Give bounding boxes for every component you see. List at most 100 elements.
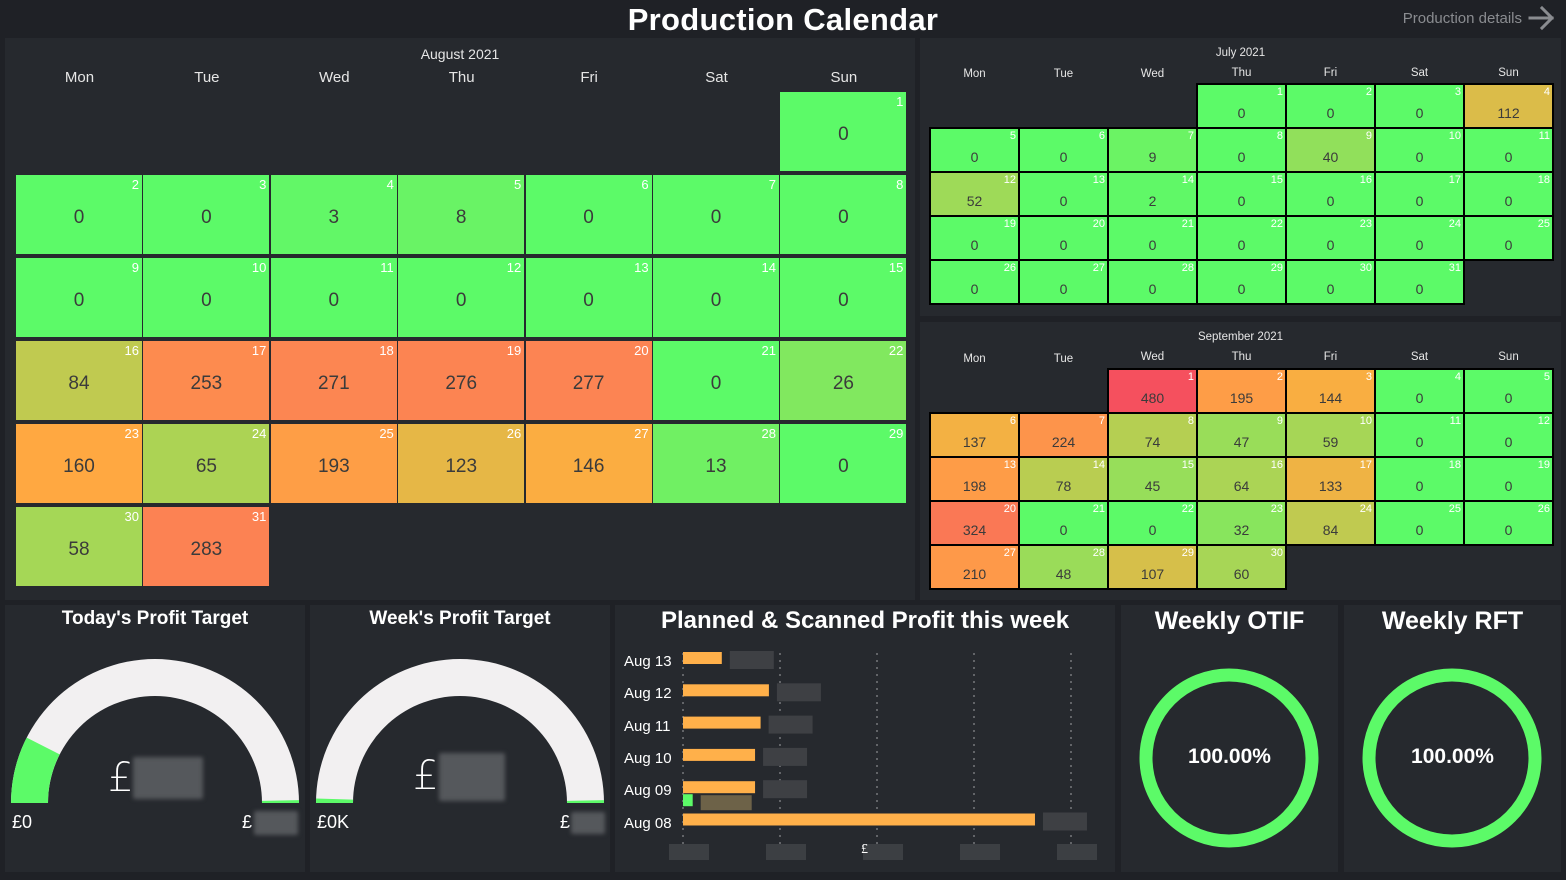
calendar-day-cell[interactable]: 27 0 — [1020, 261, 1107, 303]
calendar-day-cell[interactable]: 22 26 — [780, 341, 907, 420]
calendar-day-cell[interactable]: 20 277 — [525, 341, 652, 420]
calendar-day-cell[interactable]: 18 0 — [1376, 458, 1463, 500]
calendar-day-cell[interactable]: 60 — [525, 175, 652, 254]
calendar-day-cell[interactable]: 29 107 — [1109, 546, 1196, 588]
calendar-day-cell[interactable]: 10 59 — [1287, 414, 1374, 456]
calendar-day-cell[interactable]: 12 0 — [1465, 414, 1552, 456]
calendar-day-cell[interactable]: 31 0 — [1376, 261, 1463, 303]
calendar-day-cell[interactable]: 20 — [1287, 85, 1374, 127]
calendar-day-cell[interactable]: 10 0 — [1376, 129, 1463, 171]
calendar-day-cell[interactable]: 28 48 — [1020, 546, 1107, 588]
calendar-day-cell[interactable]: 27 146 — [525, 424, 652, 503]
calendar-day-cell[interactable]: 29 0 — [1198, 261, 1285, 303]
calendar-day-cell[interactable]: 24 65 — [143, 424, 270, 503]
calendar-day-cell[interactable]: 13 0 — [1020, 173, 1107, 215]
calendar-day-cell[interactable]: 23 32 — [1198, 502, 1285, 544]
calendar-day-cell[interactable]: 7 224 — [1020, 414, 1107, 456]
calendar-day-cell[interactable]: 25 0 — [1465, 217, 1552, 259]
calendar-day-cell[interactable]: 11 0 — [270, 258, 397, 337]
calendar-day-cell[interactable]: 30 0 — [1287, 261, 1374, 303]
day-number: 9 — [131, 260, 139, 275]
calendar-day-cell[interactable]: 14 0 — [653, 258, 779, 337]
calendar-day-cell[interactable]: 13 0 — [525, 258, 652, 337]
calendar-day-cell[interactable]: 1 480 — [1109, 370, 1196, 412]
calendar-day-cell[interactable]: 20 0 — [1020, 217, 1107, 259]
calendar-day-cell[interactable]: 80 — [1198, 129, 1285, 171]
day-number: 20 — [1092, 218, 1105, 230]
calendar-day-cell[interactable]: 9 40 — [1287, 129, 1374, 171]
calendar-day-cell[interactable]: 14 2 — [1109, 173, 1196, 215]
calendar-day-cell[interactable]: 50 — [931, 129, 1018, 171]
calendar-day-cell[interactable]: 50 — [1465, 370, 1552, 412]
calendar-day-cell[interactable]: 12 0 — [398, 258, 525, 337]
calendar-day-cell[interactable]: 4 112 — [1465, 85, 1552, 127]
calendar-day-cell[interactable]: 22 0 — [1109, 502, 1196, 544]
calendar-day-cell[interactable]: 21 0 — [1020, 502, 1107, 544]
calendar-day-cell[interactable]: 28 0 — [1109, 261, 1196, 303]
calendar-day-cell[interactable]: 16 64 — [1198, 458, 1285, 500]
calendar-day-cell[interactable]: 29 0 — [780, 424, 907, 503]
calendar-day-cell[interactable]: 14 78 — [1020, 458, 1107, 500]
day-value: 0 — [1059, 281, 1068, 297]
calendar-day-cell[interactable]: 79 — [1109, 129, 1196, 171]
calendar-day-cell[interactable]: 25 0 — [1376, 502, 1463, 544]
calendar-day-cell[interactable]: 9 47 — [1198, 414, 1285, 456]
calendar-day-cell[interactable]: 18 0 — [1465, 173, 1552, 215]
calendar-day-cell[interactable]: 17 253 — [143, 341, 270, 420]
calendar-day-cell[interactable]: 20 324 — [931, 502, 1018, 544]
calendar-day-cell[interactable]: 21 0 — [1109, 217, 1196, 259]
calendar-day-cell[interactable]: 6 137 — [931, 414, 1018, 456]
calendar-day-cell[interactable]: 13 198 — [931, 458, 1018, 500]
calendar-day-cell[interactable]: 40 — [1376, 370, 1463, 412]
calendar-day-cell[interactable]: 30 60 — [1198, 546, 1285, 588]
calendar-day-cell[interactable]: 30 58 — [16, 507, 142, 586]
calendar-day-cell[interactable]: 12 52 — [931, 173, 1018, 215]
calendar-day-cell[interactable]: 28 13 — [653, 424, 779, 503]
calendar-day-cell[interactable]: 10 — [780, 92, 907, 171]
calendar-day-cell[interactable]: 15 0 — [1198, 173, 1285, 215]
calendar-day-cell[interactable]: 22 0 — [1198, 217, 1285, 259]
calendar-day-cell[interactable]: 24 84 — [1287, 502, 1374, 544]
calendar-day-cell[interactable]: 19 0 — [1465, 458, 1552, 500]
production-details-link[interactable]: Production details — [1403, 4, 1556, 32]
calendar-day-cell[interactable]: 20 — [16, 175, 142, 254]
calendar-day-cell[interactable]: 23 0 — [1287, 217, 1374, 259]
calendar-day-cell[interactable]: 8 74 — [1109, 414, 1196, 456]
calendar-day-cell[interactable]: 10 — [1198, 85, 1285, 127]
calendar-day-cell[interactable]: 21 0 — [653, 341, 779, 420]
day-value: 13 — [705, 456, 727, 477]
calendar-day-cell[interactable]: 43 — [270, 175, 397, 254]
calendar-day-cell[interactable]: 15 0 — [780, 258, 907, 337]
calendar-day-cell[interactable]: 70 — [653, 175, 779, 254]
calendar-day-cell[interactable]: 26 123 — [398, 424, 525, 503]
calendar-day-cell[interactable]: 11 0 — [1376, 414, 1463, 456]
calendar-day-cell[interactable]: 60 — [1020, 129, 1107, 171]
calendar-day-cell[interactable]: 15 45 — [1109, 458, 1196, 500]
calendar-day-cell[interactable]: 17 0 — [1376, 173, 1463, 215]
weekday-header-sun: Sun — [1498, 351, 1519, 363]
calendar-day-cell[interactable]: 10 0 — [143, 258, 270, 337]
calendar-day-cell[interactable]: 19 0 — [931, 217, 1018, 259]
calendar-day-cell[interactable]: 3 144 — [1287, 370, 1374, 412]
calendar-day-cell[interactable]: 16 84 — [16, 341, 142, 420]
calendar-day-cell[interactable]: 58 — [398, 175, 525, 254]
calendar-day-cell[interactable]: 90 — [16, 258, 142, 337]
calendar-day-cell[interactable]: 30 — [143, 175, 270, 254]
calendar-day-cell[interactable]: 18 271 — [270, 341, 397, 420]
day-number: 22 — [1270, 218, 1283, 230]
calendar-day-cell[interactable]: 80 — [780, 175, 907, 254]
calendar-day-cell[interactable]: 31 283 — [143, 507, 270, 586]
calendar-day-cell[interactable]: 24 0 — [1376, 217, 1463, 259]
calendar-day-cell[interactable]: 2 195 — [1198, 370, 1285, 412]
calendar-day-cell[interactable]: 16 0 — [1287, 173, 1374, 215]
day-number: 19 — [506, 343, 522, 358]
calendar-day-cell[interactable]: 23 160 — [16, 424, 142, 503]
calendar-day-cell[interactable]: 26 0 — [931, 261, 1018, 303]
calendar-day-cell[interactable]: 17 133 — [1287, 458, 1374, 500]
calendar-day-cell[interactable]: 25 193 — [270, 424, 397, 503]
calendar-day-cell[interactable]: 30 — [1376, 85, 1463, 127]
calendar-day-cell[interactable]: 26 0 — [1465, 502, 1552, 544]
calendar-day-cell[interactable]: 19 276 — [398, 341, 525, 420]
calendar-day-cell[interactable]: 11 0 — [1465, 129, 1552, 171]
calendar-day-cell[interactable]: 27 210 — [931, 546, 1018, 588]
